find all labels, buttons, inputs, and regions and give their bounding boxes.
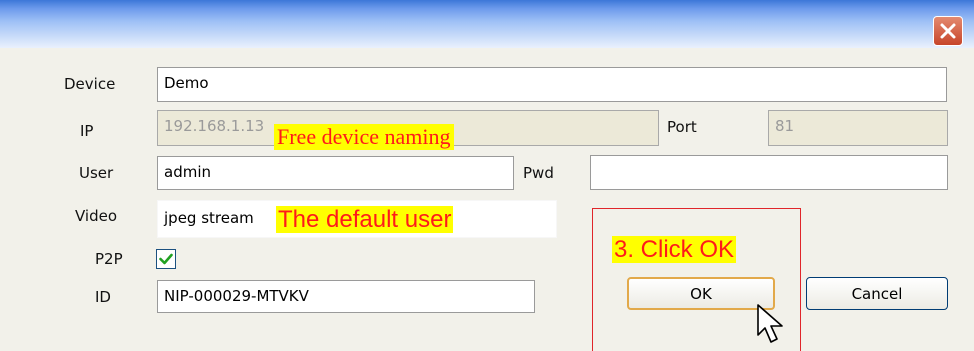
device-dialog: Device Demo IP 192.168.1.13 Port 81 User… — [0, 0, 974, 351]
device-name-input[interactable]: Demo — [157, 67, 947, 102]
user-input[interactable]: admin — [157, 156, 514, 190]
pwd-label: Pwd — [523, 164, 554, 182]
annotation-device-naming: Free device naming — [274, 124, 454, 150]
video-label: Video — [75, 207, 118, 225]
cancel-button[interactable]: Cancel — [806, 277, 948, 310]
port-label: Port — [667, 118, 697, 136]
id-input[interactable]: NIP-000029-MTVKV — [157, 280, 535, 313]
id-label: ID — [95, 288, 111, 306]
user-label: User — [79, 164, 114, 182]
device-label: Device — [64, 75, 116, 93]
password-input[interactable] — [590, 155, 948, 190]
close-button[interactable] — [933, 16, 963, 46]
annotation-default-user: The default user — [276, 206, 454, 233]
annotation-click-ok: 3. Click OK — [612, 236, 737, 263]
mouse-cursor-icon — [757, 304, 783, 343]
p2p-checkbox[interactable] — [156, 249, 176, 269]
ip-label: IP — [80, 122, 94, 140]
port-input[interactable]: 81 — [768, 110, 948, 146]
p2p-label: P2P — [95, 250, 123, 268]
title-bar[interactable] — [0, 0, 974, 48]
check-icon — [159, 253, 173, 265]
close-icon — [940, 23, 956, 39]
